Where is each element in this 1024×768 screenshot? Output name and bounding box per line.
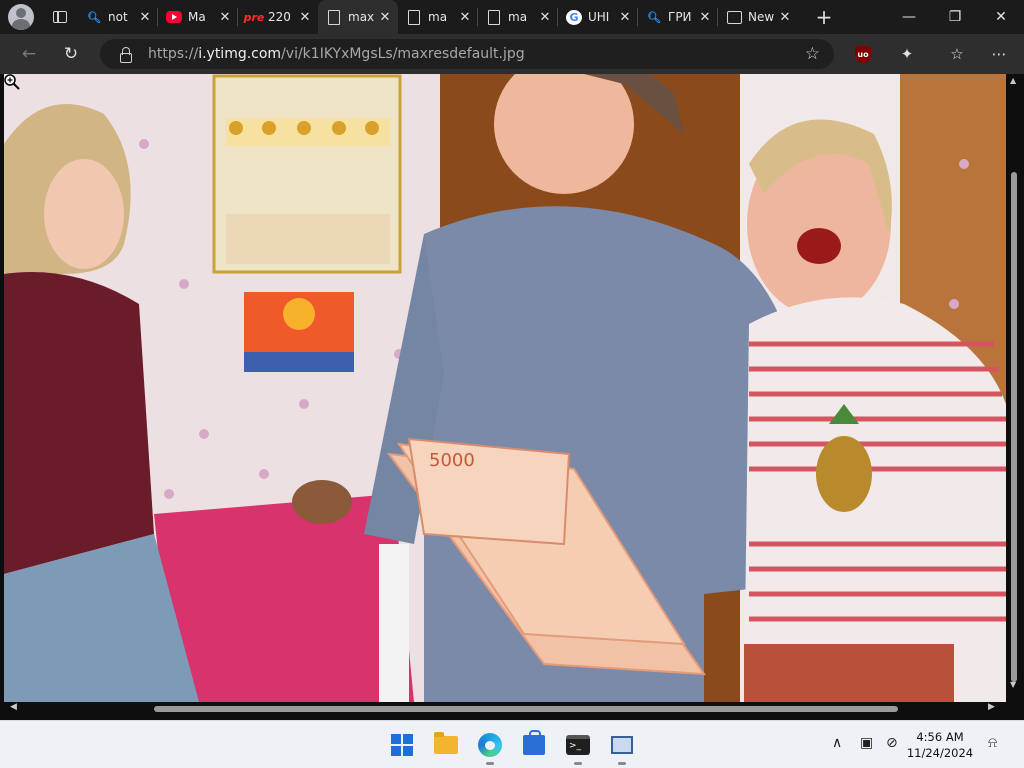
clock[interactable]: 4:56 AM 11/24/2024 [902, 729, 978, 761]
favorite-star-icon[interactable]: ☆ [805, 44, 820, 64]
extensions-puzzle-icon[interactable]: ✦ [896, 43, 918, 65]
displayed-image[interactable]: 5000 [4, 74, 1006, 702]
document-icon [406, 9, 422, 25]
address-bar[interactable]: https://i.ytimg.com/vi/k1IKYxMgsLs/maxre… [100, 39, 834, 69]
tab-1[interactable]: 🔍︎ not ✕ [78, 0, 158, 34]
store-button[interactable] [518, 729, 550, 761]
remote-desktop-button[interactable] [606, 729, 638, 765]
refresh-button[interactable]: ↻ [56, 40, 86, 68]
tab-list: 🔍︎ not ✕ Ma ✕ pre 220 ✕ max ✕ ma ✕ ma ✕ … [78, 0, 798, 34]
google-icon: G [566, 9, 582, 25]
horizontal-scroll-thumb[interactable] [154, 706, 898, 712]
close-icon[interactable]: ✕ [138, 10, 152, 25]
tab-strip: 🔍︎ not ✕ Ma ✕ pre 220 ✕ max ✕ ma ✕ ma ✕ … [0, 0, 1024, 34]
url-scheme: https:// [148, 46, 199, 62]
banknote-text: 5000 [429, 450, 475, 471]
profile-avatar-icon[interactable] [8, 4, 34, 30]
restore-button[interactable]: ❐ [932, 0, 978, 34]
pre-icon: pre [243, 10, 265, 24]
browser-toolbar: ← ↻ https://i.ytimg.com/vi/k1IKYxMgsLs/m… [0, 34, 1024, 74]
vertical-scroll-thumb[interactable] [1011, 172, 1017, 682]
lock-icon[interactable] [118, 47, 132, 63]
remote-desktop-icon [611, 736, 633, 754]
close-icon[interactable]: ✕ [218, 10, 232, 25]
edge-button[interactable] [474, 729, 506, 765]
search-icon: 🔍︎ [87, 10, 101, 24]
vertical-scrollbar[interactable]: ▲ ▼ [1008, 74, 1018, 702]
tab-4-active[interactable]: max ✕ [318, 0, 398, 34]
tab-actions-icon[interactable] [46, 3, 74, 31]
browser-window: 🔍︎ not ✕ Ma ✕ pre 220 ✕ max ✕ ma ✕ ma ✕ … [0, 0, 1024, 720]
scroll-left-icon[interactable]: ◀ [10, 702, 17, 712]
notification-bell-icon[interactable]: ⍾ [988, 735, 997, 751]
close-icon[interactable]: ✕ [458, 10, 472, 25]
store-icon [523, 730, 545, 755]
search-icon: 🔍︎ [647, 10, 661, 24]
start-icon [391, 734, 413, 756]
close-icon[interactable]: ✕ [618, 10, 632, 25]
youtube-icon [166, 11, 182, 23]
ublock-extension-icon[interactable]: uo [852, 43, 874, 65]
volume-muted-icon[interactable]: ⊘ [886, 735, 898, 751]
photo-illustration: 5000 [4, 74, 1006, 702]
tab-title: New [748, 10, 775, 24]
clock-date: 11/24/2024 [906, 746, 974, 760]
horizontal-scrollbar[interactable]: ◀ ▶ [0, 702, 1024, 716]
tab-title: ma [428, 10, 448, 24]
url-text[interactable]: https://i.ytimg.com/vi/k1IKYxMgsLs/maxre… [148, 46, 525, 62]
minimize-button[interactable]: — [886, 0, 932, 34]
page-content: 5000 ▲ ▼ ◀ ▶ [0, 74, 1024, 720]
tab-title: Ma [188, 10, 206, 24]
scroll-down-icon[interactable]: ▼ [1010, 680, 1016, 689]
edge-icon [478, 733, 502, 757]
tab-9[interactable]: New ✕ [718, 0, 798, 34]
tab-title: 220 [268, 10, 291, 24]
clock-time: 4:56 AM [916, 730, 964, 744]
tab-title: UHI [588, 10, 610, 24]
network-icon[interactable]: ▣ [860, 735, 873, 751]
show-hidden-icons-chevron-icon[interactable]: ∧ [832, 735, 842, 751]
tab-7[interactable]: G UHI ✕ [558, 0, 638, 34]
settings-more-icon[interactable]: ⋯ [988, 43, 1010, 65]
document-icon [326, 9, 342, 25]
close-icon[interactable]: ✕ [538, 10, 552, 25]
start-button[interactable] [386, 729, 418, 761]
url-host: i.ytimg.com [198, 46, 282, 62]
tab-title: ma [508, 10, 528, 24]
tab-5[interactable]: ma ✕ [398, 0, 478, 34]
tab-8[interactable]: 🔍︎ ГРИ ✕ [638, 0, 718, 34]
back-button[interactable]: ← [14, 40, 44, 68]
ublock-label: uo [855, 45, 871, 63]
tab-3[interactable]: pre 220 ✕ [238, 0, 318, 34]
file-explorer-button[interactable] [430, 729, 462, 761]
scroll-right-icon[interactable]: ▶ [988, 702, 995, 712]
tab-6[interactable]: ma ✕ [478, 0, 558, 34]
file-explorer-icon [434, 732, 458, 754]
close-icon[interactable]: ✕ [298, 10, 312, 25]
terminal-icon: >_ [566, 735, 590, 755]
tab-title: ГРИ [668, 10, 692, 24]
news-icon [726, 9, 742, 25]
tab-title: not [108, 10, 128, 24]
document-icon [486, 9, 502, 25]
close-window-button[interactable]: ✕ [978, 0, 1024, 34]
taskbar: >_ ∧ ▣ ⊘ 4:56 AM 11/24/2024 ⍾ [0, 720, 1024, 768]
close-icon[interactable]: ✕ [778, 10, 792, 25]
tab-title: max [348, 10, 375, 24]
zoom-in-cursor-icon [4, 74, 20, 90]
close-icon[interactable]: ✕ [698, 10, 712, 25]
terminal-button[interactable]: >_ [562, 729, 594, 765]
tab-2[interactable]: Ma ✕ [158, 0, 238, 34]
favorites-icon[interactable]: ☆ [946, 43, 968, 65]
new-tab-button[interactable]: + [810, 3, 838, 31]
scroll-up-icon[interactable]: ▲ [1010, 76, 1016, 85]
url-path: /vi/k1IKYxMgsLs/maxresdefault.jpg [281, 46, 525, 62]
close-icon[interactable]: ✕ [378, 10, 392, 25]
